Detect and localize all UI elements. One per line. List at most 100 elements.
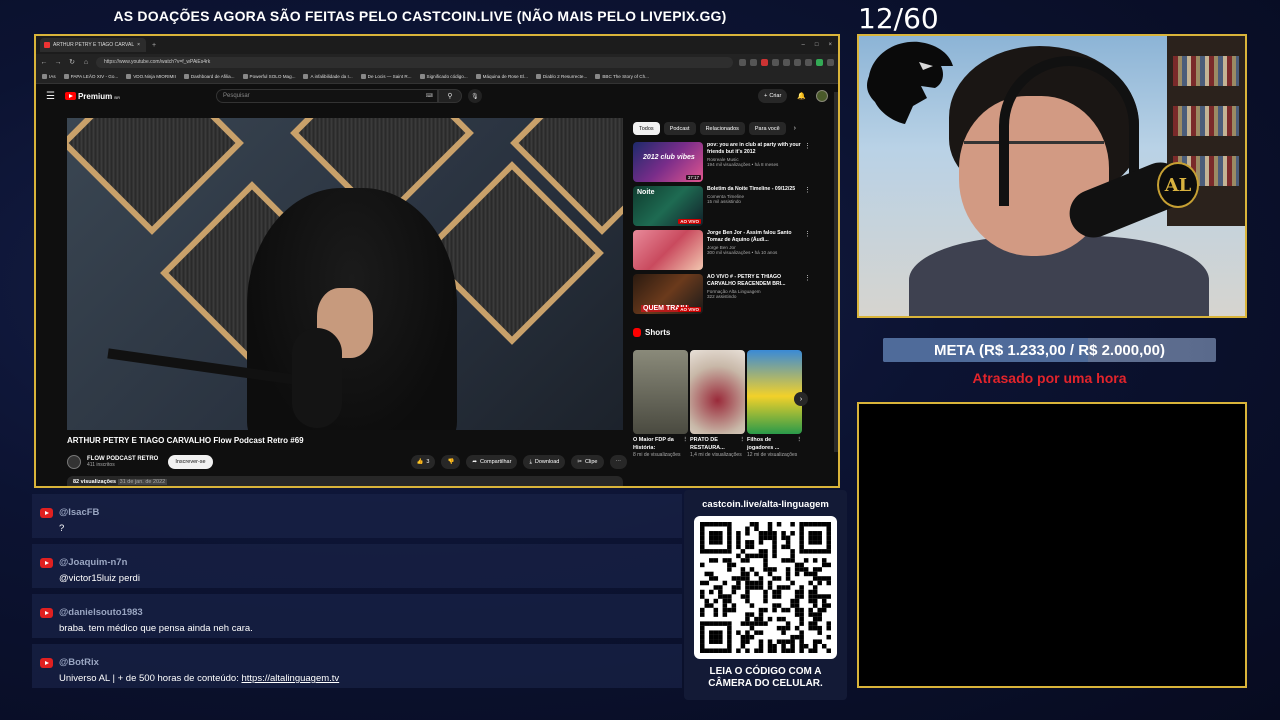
menu-icon[interactable] — [827, 58, 834, 66]
browser-tab[interactable]: ARTHUR PETRY E TIAGO CARVAL × — [40, 38, 146, 52]
chat-text: braba. tem médico que pensa ainda neh ca… — [59, 623, 253, 634]
maximize-icon[interactable]: □ — [815, 42, 819, 48]
qr-module — [808, 535, 813, 541]
channel-avatar[interactable] — [67, 455, 81, 469]
channel-logo: AL — [1157, 162, 1199, 208]
chip-todos[interactable]: Todos — [633, 122, 660, 135]
video-thumbnail[interactable]: Noite AO VIVO — [633, 186, 703, 226]
forward-icon[interactable]: → — [54, 59, 62, 66]
recommendation-item[interactable]: 2012 club vibes 37:17 pov: you are in cl… — [633, 142, 811, 182]
more-options-icon[interactable]: ⋮ — [683, 436, 689, 444]
bookmark-item[interactable]: Powerful SOLO Mag... — [242, 74, 295, 79]
share-button[interactable]: ➦ Compartilhar — [466, 455, 518, 469]
qr-module — [785, 576, 791, 581]
bookmark-item[interactable]: IAs — [42, 74, 56, 79]
search-input[interactable]: Pesquisar ⌨ — [215, 89, 438, 103]
chip-podcast[interactable]: Podcast — [663, 122, 696, 135]
bookmark-item[interactable]: Diablo 2 Resurrecte... — [535, 74, 587, 79]
subscribe-button[interactable]: Inscrever-se — [168, 455, 213, 469]
video-thumbnail[interactable]: QUEM TRAIU AO VIVO — [633, 274, 703, 314]
notifications-bell-icon[interactable]: 🔔 — [797, 92, 806, 100]
more-options-icon[interactable]: ⋮ — [804, 274, 811, 282]
reload-icon[interactable]: ↻ — [68, 58, 76, 66]
video-player[interactable] — [67, 118, 623, 430]
chevron-right-icon[interactable]: › — [794, 125, 796, 132]
home-icon[interactable]: ⌂ — [82, 59, 90, 66]
description-box[interactable]: 82 visualizações 31 de jan. de 2022 — [67, 476, 623, 486]
more-options-icon[interactable]: ⋮ — [804, 186, 811, 194]
create-button[interactable]: + Criar — [758, 89, 788, 103]
view-count: 82 visualizações — [73, 479, 117, 485]
more-options-icon[interactable]: ⋮ — [740, 436, 746, 444]
qr-module — [808, 571, 813, 577]
video-thumbnail[interactable]: 2012 club vibes 37:17 — [633, 142, 703, 182]
qr-module — [785, 535, 791, 541]
short-item[interactable]: Filhos de jogadores ... ⋮ 12 mi de visual… — [747, 350, 802, 459]
chat-link[interactable]: https://altalinguagem.tv — [241, 673, 339, 684]
new-tab-icon[interactable]: + — [152, 42, 156, 49]
extension-icon[interactable] — [750, 58, 757, 66]
back-icon[interactable]: ← — [40, 59, 48, 66]
dislike-button[interactable]: 👎 — [441, 455, 461, 469]
tab-close-icon[interactable]: × — [137, 42, 140, 48]
more-options-icon[interactable]: ⋮ — [804, 142, 811, 150]
youtube-logo[interactable]: Premium BR — [64, 92, 120, 101]
keyboard-icon[interactable]: ⌨ — [426, 93, 433, 99]
minimize-icon[interactable]: – — [802, 42, 805, 48]
close-window-icon[interactable]: × — [828, 42, 832, 48]
short-item[interactable]: PRATO DE RESTAURA... ⋮ 1,4 mi de visualiz… — [690, 350, 745, 459]
qr-module — [709, 621, 714, 626]
qr-module — [785, 558, 791, 563]
qr-module — [776, 589, 782, 595]
bookmark-icon — [475, 74, 481, 79]
address-bar[interactable]: https://www.youtube.com/watch?v=f_wPAiEs… — [96, 56, 733, 68]
bookmark-item[interactable]: Significado código... — [419, 74, 468, 79]
more-actions-icon[interactable]: ⋯ — [609, 455, 627, 469]
bookmark-item[interactable]: PAPA LEÃO XIV - Go... — [63, 74, 118, 79]
scrollbar[interactable] — [834, 92, 838, 452]
chip-relacionados[interactable]: Relacionados — [699, 122, 745, 135]
more-options-icon[interactable]: ⋮ — [804, 230, 811, 238]
bookmark-item[interactable]: BBC The Story of Ch... — [595, 74, 649, 79]
qr-module — [776, 522, 782, 527]
qr-module — [781, 585, 786, 590]
extension-icon[interactable] — [783, 58, 790, 66]
extension-icon[interactable] — [739, 58, 746, 66]
donation-goal-bar: META (R$ 1.233,00 / R$ 2.000,00) — [883, 338, 1216, 362]
chip-para-voce[interactable]: Para você — [748, 122, 786, 135]
short-item[interactable]: O Maior FDP da História: ⋮ 8 mi de visual… — [633, 350, 688, 459]
recommendation-item[interactable]: QUEM TRAIU AO VIVO AO VIVO # - PETRY E T… — [633, 274, 811, 314]
like-button[interactable]: 👍 3 — [410, 455, 436, 469]
download-button[interactable]: ⤓ Download — [523, 455, 566, 469]
hamburger-menu-icon[interactable]: ☰ — [46, 91, 55, 102]
more-options-icon[interactable]: ⋮ — [797, 436, 803, 444]
qr-module — [700, 643, 705, 649]
extension-icon[interactable] — [794, 58, 801, 66]
extension-icon[interactable] — [805, 58, 812, 66]
extension-icon[interactable] — [816, 58, 823, 66]
bookmark-item[interactable]: VDO.Ninja MIORIMII — [126, 74, 176, 79]
qr-module — [736, 630, 741, 635]
browser-tab-title: ARTHUR PETRY E TIAGO CARVAL — [53, 42, 135, 48]
recommendation-item[interactable]: Jorge Ben Jor - Assim falou Santo Tomaz … — [633, 230, 811, 270]
video-thumbnail[interactable] — [633, 230, 703, 270]
extension-icon[interactable] — [761, 58, 768, 66]
voice-search-icon[interactable]: 🎙 — [467, 89, 482, 103]
extension-icon[interactable] — [772, 58, 779, 66]
qr-module — [772, 531, 777, 536]
avatar[interactable] — [816, 90, 828, 102]
search-button[interactable]: ⚲ — [437, 89, 462, 103]
qr-module — [785, 567, 791, 572]
shorts-next-icon[interactable]: › — [794, 392, 808, 406]
short-thumbnail[interactable] — [747, 350, 802, 434]
bookmark-item[interactable]: Dashboard de Afilia... — [183, 74, 235, 79]
bookmark-item[interactable]: De Locis — Saint R... — [360, 74, 412, 79]
clip-button[interactable]: ✂ Clipe — [571, 455, 604, 469]
short-thumbnail[interactable] — [633, 350, 688, 434]
bookmark-item[interactable]: A infalibilidade da I... — [303, 74, 353, 79]
bookmark-item[interactable]: Máquina de Rose El... — [475, 74, 528, 79]
qr-module — [740, 576, 746, 581]
qr-module — [781, 643, 786, 649]
recommendation-item[interactable]: Noite AO VIVO Boletim da Noite Timeline … — [633, 186, 811, 226]
short-thumbnail[interactable] — [690, 350, 745, 434]
